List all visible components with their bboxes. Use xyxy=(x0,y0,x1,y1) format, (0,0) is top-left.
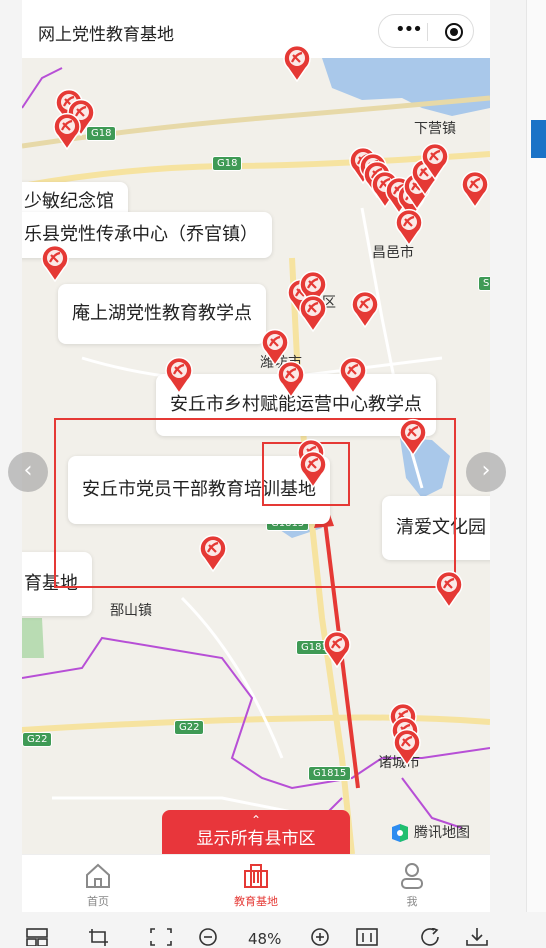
callout-label: 乐县党性传承中心（乔官镇） xyxy=(24,224,258,245)
layout-icon[interactable] xyxy=(26,928,48,946)
bottom-tab-bar: 首页 教育基地 我 xyxy=(22,854,490,912)
side-panel-edge xyxy=(526,0,546,946)
more-icon[interactable]: ••• xyxy=(395,19,423,40)
zoom-out-icon[interactable] xyxy=(198,928,220,946)
party-site-pin-icon[interactable] xyxy=(282,44,312,82)
tab-me[interactable]: 我 xyxy=(372,861,452,909)
actual-size-icon[interactable] xyxy=(356,928,378,946)
party-site-pin-icon[interactable] xyxy=(40,244,70,282)
party-site-pin-icon[interactable] xyxy=(392,728,422,766)
zoom-level: 48% xyxy=(248,930,282,948)
title-bar: 网上党性教育基地 ••• xyxy=(22,0,490,58)
tab-home[interactable]: 首页 xyxy=(58,861,138,909)
party-site-pin-icon[interactable] xyxy=(394,208,424,246)
party-site-pin-icon[interactable] xyxy=(338,356,368,394)
rotate-icon[interactable] xyxy=(420,928,442,946)
tab-label: 我 xyxy=(406,895,418,908)
capsule-divider xyxy=(427,23,428,41)
close-miniprogram-icon[interactable] xyxy=(445,23,463,41)
party-site-pin-icon[interactable] xyxy=(276,360,306,398)
party-site-pin-icon[interactable] xyxy=(298,450,328,488)
party-site-pin-icon[interactable] xyxy=(164,356,194,394)
highway-shield: G22 xyxy=(22,732,53,747)
mini-program-window: 网上党性教育基地 ••• 下营镇 昌邑市 潍坊市 区 郚山镇 诸城市 G18 G… xyxy=(22,0,490,912)
zoom-in-icon[interactable] xyxy=(310,928,332,946)
next-image-button[interactable]: › xyxy=(466,452,506,492)
map-view[interactable]: 下营镇 昌邑市 潍坊市 区 郚山镇 诸城市 G18 G18 G1815 G181… xyxy=(22,44,490,858)
menu-capsule: ••• xyxy=(378,14,474,48)
provider-label: 腾讯地图 xyxy=(414,825,470,841)
callout-label: 少敏纪念馆 xyxy=(24,191,114,212)
party-site-pin-icon[interactable] xyxy=(398,418,428,456)
highway-shield: G18 xyxy=(212,156,243,171)
tab-label: 首页 xyxy=(87,895,109,908)
place-label: 下营镇 xyxy=(414,121,456,137)
party-site-pin-icon[interactable] xyxy=(298,294,328,332)
chevron-up-icon: ⌃ xyxy=(250,813,262,827)
party-site-pin-icon[interactable] xyxy=(350,290,380,328)
party-site-pin-icon[interactable] xyxy=(434,570,464,608)
previous-image-button[interactable]: ‹ xyxy=(8,452,48,492)
party-site-pin-icon[interactable] xyxy=(52,112,82,150)
home-icon xyxy=(86,863,110,888)
show-all-label: 显示所有县市区 xyxy=(196,829,316,849)
callout-label: 庵上湖党性教育教学点 xyxy=(72,303,252,324)
tab-education-base[interactable]: 教育基地 xyxy=(216,861,296,909)
tencent-map-icon xyxy=(392,824,408,842)
highway-shield: G22 xyxy=(174,720,205,735)
side-panel-accent xyxy=(531,120,546,158)
page-title: 网上党性教育基地 xyxy=(38,25,174,45)
user-icon xyxy=(401,863,423,889)
fit-screen-icon[interactable] xyxy=(150,928,172,946)
highway-shield: G1815 xyxy=(308,766,352,781)
annotation-box-outer xyxy=(54,418,456,588)
building-icon xyxy=(244,864,268,888)
callout-anshanghu[interactable]: 庵上湖党性教育教学点 xyxy=(58,284,266,344)
download-icon[interactable] xyxy=(466,928,488,946)
party-site-pin-icon[interactable] xyxy=(460,170,490,208)
place-label: 郚山镇 xyxy=(110,603,152,619)
tab-label: 教育基地 xyxy=(234,895,278,908)
highway-shield: S xyxy=(478,276,490,291)
party-site-pin-icon[interactable] xyxy=(420,142,450,180)
show-all-districts-button[interactable]: ⌃ 显示所有县市区 xyxy=(162,810,350,858)
party-site-pin-icon[interactable] xyxy=(198,534,228,572)
image-viewer-toolbar: 48% xyxy=(0,912,546,948)
party-site-pin-icon[interactable] xyxy=(322,630,352,668)
crop-icon[interactable] xyxy=(88,928,110,946)
map-provider-logo: 腾讯地图 xyxy=(390,822,470,843)
park-area xyxy=(22,618,44,658)
